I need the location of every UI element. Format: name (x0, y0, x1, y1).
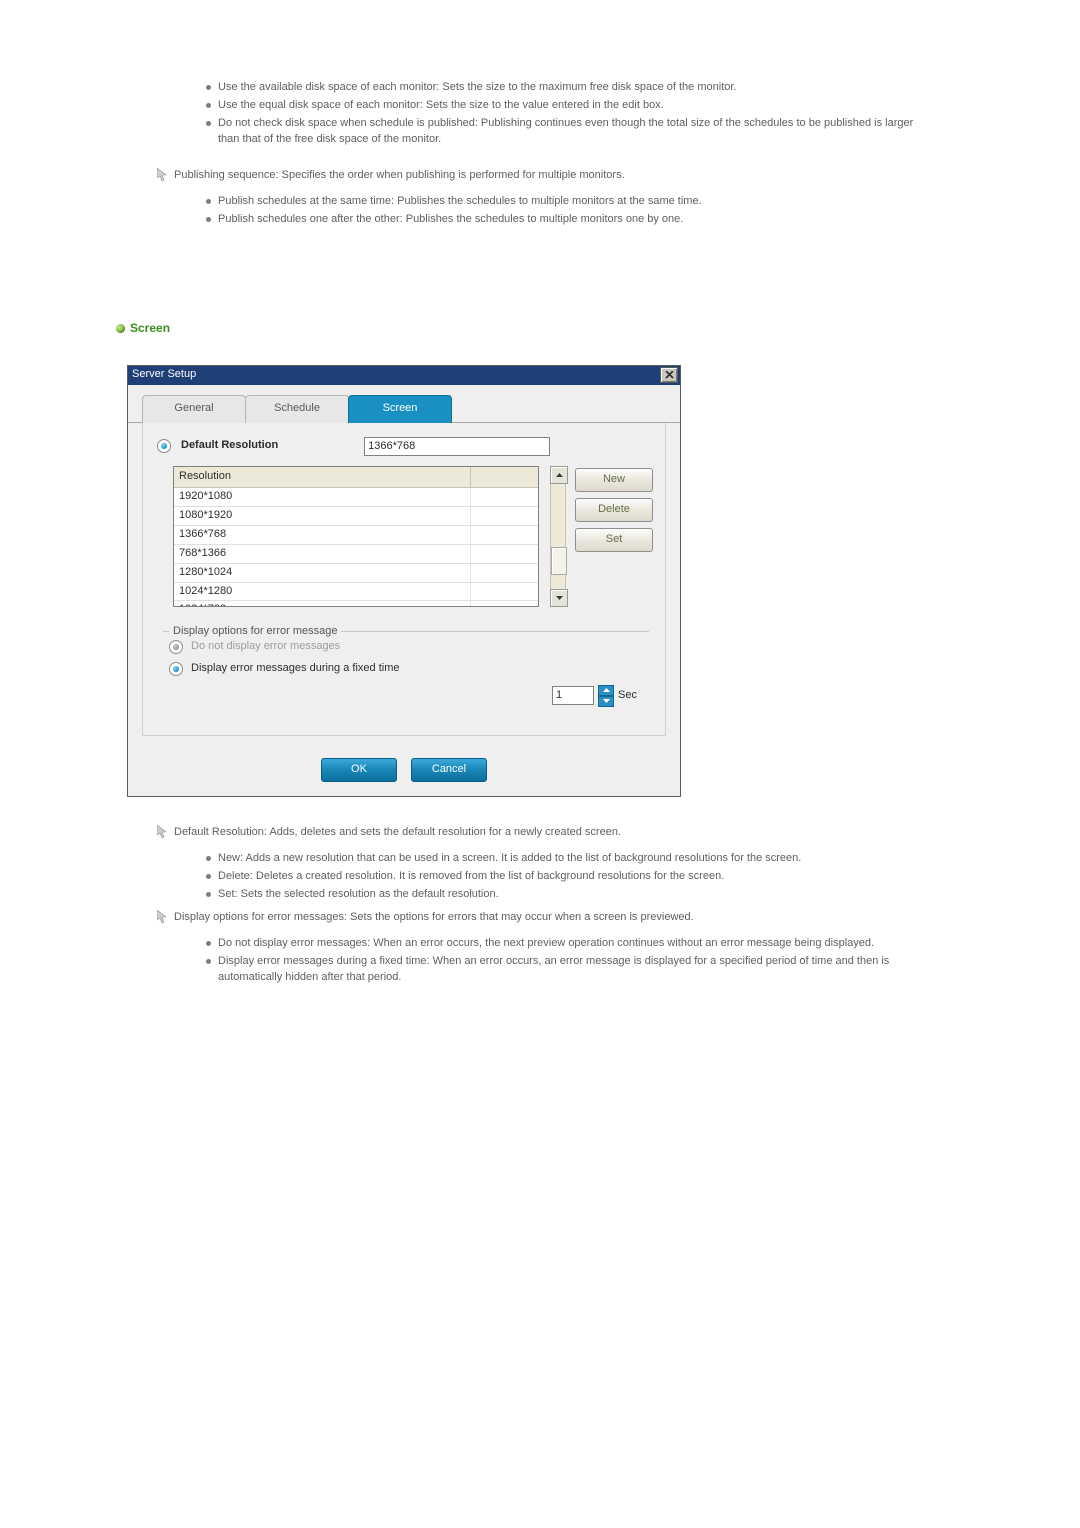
close-button[interactable] (660, 367, 678, 383)
section-title: Screen (130, 320, 170, 337)
disk-space-options: Use the available disk space of each mon… (160, 80, 930, 150)
tab-general[interactable]: General (142, 395, 246, 423)
paragraph: Publishing sequence: Specifies the order… (174, 168, 930, 184)
error-option-on-label: Display error messages during a fixed ti… (191, 661, 399, 677)
green-dot-icon (116, 324, 125, 333)
blank-column-header[interactable] (471, 467, 538, 488)
resolution-list[interactable]: Resolution 1920*1080 1080*1920 1366*768 … (173, 466, 565, 607)
default-resolution-radio[interactable] (157, 439, 171, 453)
seconds-stepper[interactable] (598, 685, 614, 707)
table-row[interactable]: 1080*1920 (174, 507, 471, 525)
table-row[interactable]: 1920*1080 (174, 488, 471, 506)
error-options-section: Display options for error messages: Sets… (160, 910, 930, 926)
server-setup-dialog: Server Setup General Schedule Screen Def… (127, 365, 681, 797)
dialog-titlebar[interactable]: Server Setup (128, 366, 680, 385)
tab-content-screen: Default Resolution 1366*768 Resolution 1… (142, 423, 666, 736)
ok-button[interactable]: OK (321, 758, 397, 782)
seconds-unit: Sec (618, 688, 637, 704)
table-row[interactable]: 768*1366 (174, 545, 471, 563)
cursor-pointer-icon (157, 168, 169, 182)
default-resolution-field[interactable]: 1366*768 (364, 437, 550, 456)
list-item: Delete: Deletes a created resolution. It… (160, 869, 930, 887)
list-item: Publish schedules one after the other: P… (160, 212, 930, 230)
list-item: Do not check disk space when schedule is… (160, 116, 930, 150)
default-resolution-items: New: Adds a new resolution that can be u… (160, 851, 930, 905)
publishing-sequence-section: Publishing sequence: Specifies the order… (160, 168, 930, 184)
list-item: Use the equal disk space of each monitor… (160, 98, 930, 116)
default-resolution-section: Default Resolution: Adds, deletes and se… (160, 825, 930, 841)
scroll-up-button[interactable] (550, 466, 568, 484)
scroll-thumb[interactable] (551, 547, 567, 575)
paragraph: Default Resolution: Adds, deletes and se… (174, 825, 930, 841)
chevron-down-icon (556, 596, 563, 600)
cursor-pointer-icon (157, 910, 169, 924)
error-options-legend: Display options for error message (169, 624, 341, 640)
set-button[interactable]: Set (575, 528, 653, 552)
paragraph: Display options for error messages: Sets… (174, 910, 930, 926)
table-row[interactable]: 1024*768 (174, 601, 471, 605)
scrollbar[interactable] (550, 466, 566, 607)
chevron-up-icon (603, 688, 610, 692)
cursor-pointer-icon (157, 825, 169, 839)
stepper-down[interactable] (598, 696, 614, 707)
list-item: Use the available disk space of each mon… (160, 80, 930, 98)
close-icon (665, 371, 674, 379)
tab-schedule[interactable]: Schedule (245, 395, 349, 423)
scroll-down-button[interactable] (550, 589, 568, 607)
section-heading: Screen (116, 320, 930, 337)
list-item: Publish schedules at the same time: Publ… (160, 194, 930, 212)
list-item: Display error messages during a fixed ti… (160, 954, 930, 988)
error-option-off-label: Do not display error messages (191, 639, 340, 655)
error-option-off-radio[interactable] (169, 640, 183, 654)
dialog-title: Server Setup (132, 367, 660, 383)
seconds-input[interactable]: 1 (552, 686, 594, 705)
stepper-up[interactable] (598, 685, 614, 696)
cancel-button[interactable]: Cancel (411, 758, 487, 782)
table-row[interactable]: 1366*768 (174, 526, 471, 544)
resolution-buttons: New Delete Set (575, 466, 653, 607)
publishing-sequence-items: Publish schedules at the same time: Publ… (160, 194, 930, 230)
list-item: New: Adds a new resolution that can be u… (160, 851, 930, 869)
list-item: Set: Sets the selected resolution as the… (160, 887, 930, 905)
delete-button[interactable]: Delete (575, 498, 653, 522)
default-resolution-label: Default Resolution (181, 438, 278, 454)
tab-bar: General Schedule Screen (128, 385, 680, 423)
new-button[interactable]: New (575, 468, 653, 492)
error-option-on-radio[interactable] (169, 662, 183, 676)
chevron-up-icon (556, 473, 563, 477)
tab-screen[interactable]: Screen (348, 395, 452, 423)
table-row[interactable]: 1024*1280 (174, 583, 471, 601)
table-row[interactable]: 1280*1024 (174, 564, 471, 582)
chevron-down-icon (603, 699, 610, 703)
resolution-column-header[interactable]: Resolution (174, 467, 471, 488)
error-options-items: Do not display error messages: When an e… (160, 936, 930, 988)
list-item: Do not display error messages: When an e… (160, 936, 930, 954)
